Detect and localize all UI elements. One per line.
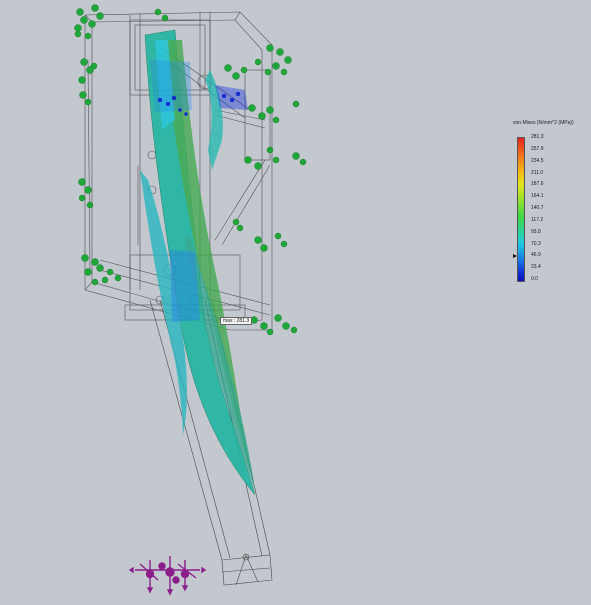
legend-tick-label: 187.6 <box>531 181 544 188</box>
legend-tick-label: 93.8 <box>531 228 541 235</box>
legend-tick-label: 70.3 <box>531 240 541 247</box>
legend-tick-label: 23.4 <box>531 264 541 271</box>
legend-tick-label: 234.5 <box>531 157 544 164</box>
legend-tick-label: 140.7 <box>531 205 544 211</box>
legend-tick-label: 281.3 <box>531 134 544 140</box>
legend-tick-label: 0.0 <box>531 276 538 282</box>
graphics-viewport[interactable]: max : 281.3 von Mises (N/mm^2 (MPa)) 281… <box>0 0 591 605</box>
fixture-cluster <box>78 178 94 209</box>
fixture-cluster <box>244 146 307 170</box>
fixture-cluster <box>224 64 248 80</box>
legend-tick-label: 211.0 <box>531 169 544 176</box>
legend-title: von Mises (N/mm^2 (MPa)) <box>513 120 574 126</box>
stress-plot-model[interactable] <box>0 0 591 605</box>
legend-pointer-icon <box>513 254 517 259</box>
external-load-arrows-icon <box>128 556 207 596</box>
legend-color-bar <box>517 137 525 282</box>
legend-tick-label: 117.2 <box>531 216 544 223</box>
fixture-cluster <box>78 58 98 106</box>
fixture-cluster <box>254 44 292 76</box>
fixture-cluster <box>154 8 169 22</box>
legend-tick-label: 257.9 <box>531 145 544 152</box>
stress-surfaces <box>140 29 256 496</box>
stress-legend: von Mises (N/mm^2 (MPa)) 281.3 257.9 234.5… <box>513 120 583 285</box>
legend-tick-label: 46.9 <box>531 252 541 259</box>
fixture-cluster <box>232 218 288 252</box>
fixture-cluster <box>81 254 122 286</box>
fixture-cluster <box>250 314 298 336</box>
max-stress-callout: max : 281.3 <box>220 317 253 325</box>
legend-tick-label: 164.1 <box>531 193 544 200</box>
fixture-cluster <box>248 100 300 124</box>
